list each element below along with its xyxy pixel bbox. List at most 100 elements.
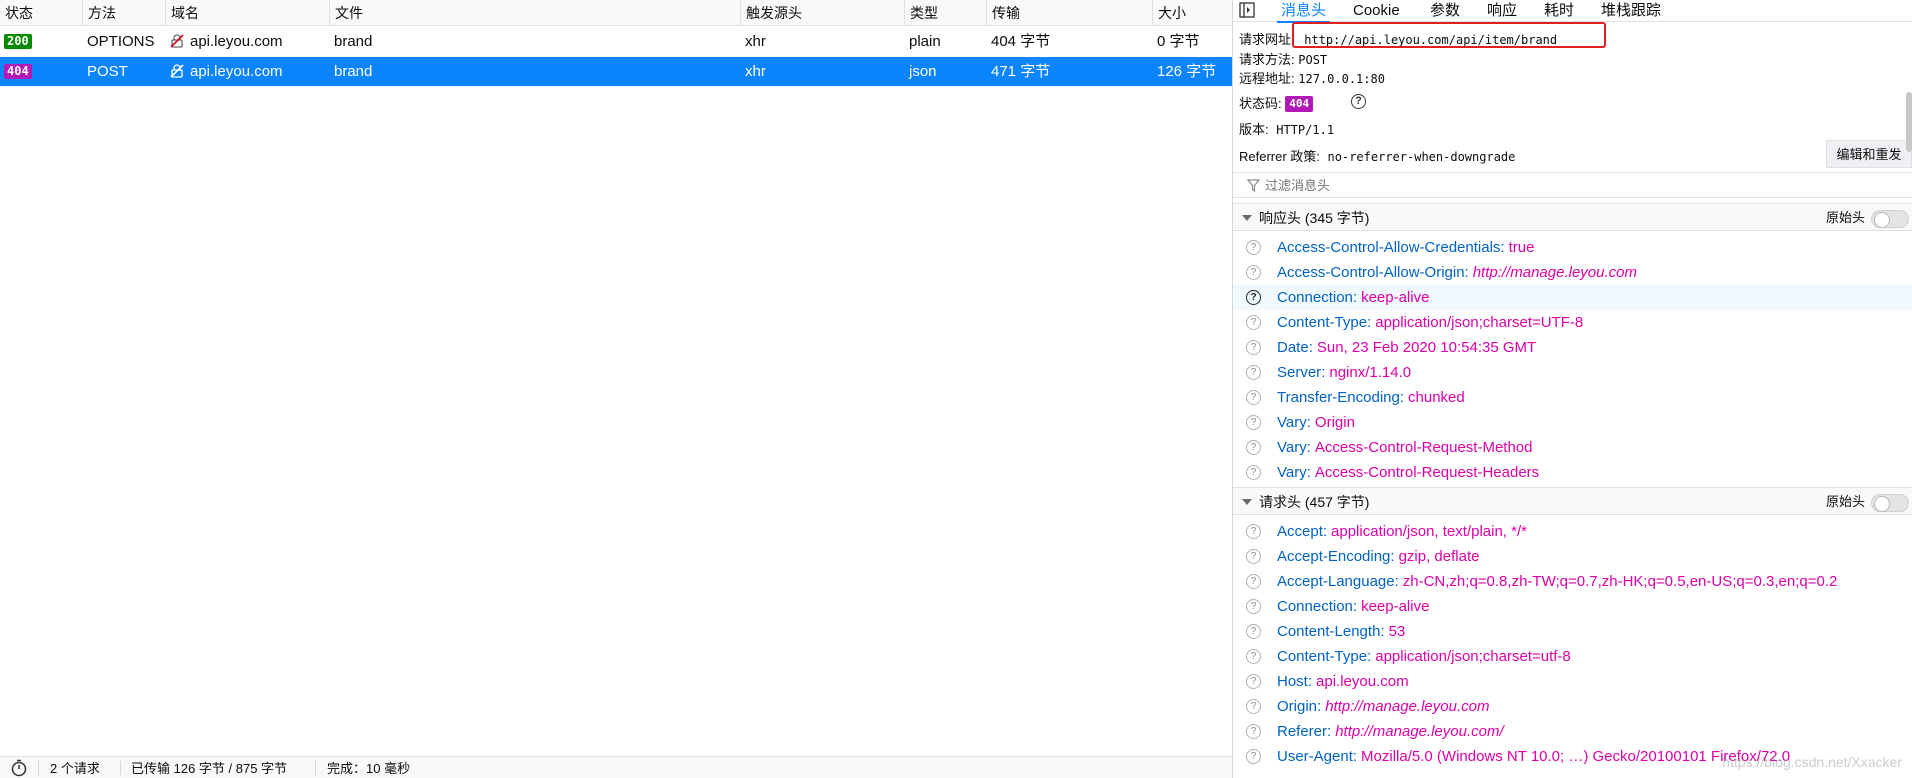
request-row-selected[interactable]: 404 POST api.leyou.com brand xhr json 47… (0, 57, 1232, 86)
filter-icon (1246, 179, 1261, 196)
help-icon[interactable]: ? (1246, 699, 1261, 714)
header-row[interactable]: ? VaryOrigin (1233, 410, 1912, 435)
header-name: Content-Type (1277, 648, 1371, 665)
help-icon[interactable]: ? (1246, 415, 1261, 430)
help-icon[interactable]: ? (1246, 599, 1261, 614)
column-header-type[interactable]: 类型 (904, 0, 988, 26)
raw-headers-toggle[interactable] (1871, 494, 1909, 512)
stopwatch-icon[interactable] (10, 759, 28, 778)
file-cell: brand (334, 63, 373, 80)
column-header-transferred[interactable]: 传输 (986, 0, 1154, 26)
header-name: Accept (1277, 523, 1327, 540)
header-pair: Hostapi.leyou.com (1277, 669, 1409, 694)
help-icon[interactable]: ? (1246, 240, 1261, 255)
help-icon[interactable]: ? (1246, 674, 1261, 689)
toggle-sidebar-icon[interactable] (1239, 2, 1255, 24)
header-value: nginx/1.14.0 (1329, 364, 1412, 381)
tab-stack-trace[interactable]: 堆栈跟踪 (1601, 0, 1661, 22)
header-row[interactable]: ? DateSun, 23 Feb 2020 10:54:35 GMT (1233, 335, 1912, 360)
help-icon[interactable]: ? (1246, 524, 1261, 539)
request-headers-title: 请求头 (457 字节) (1259, 494, 1370, 510)
help-icon[interactable]: ? (1246, 290, 1261, 305)
help-icon[interactable]: ? (1351, 94, 1366, 109)
header-row[interactable]: ? Content-Length53 (1233, 619, 1912, 644)
header-row[interactable]: ? Access-Control-Allow-Credentialstrue (1233, 235, 1912, 260)
size-cell: 126 字节 (1157, 63, 1217, 80)
help-icon[interactable]: ? (1246, 549, 1261, 564)
help-icon[interactable]: ? (1246, 649, 1261, 664)
header-row[interactable]: ? Content-Typeapplication/json;charset=UT… (1233, 310, 1912, 335)
domain-cell: api.leyou.com (190, 33, 283, 50)
type-cell: plain (909, 33, 941, 50)
domain-cell: api.leyou.com (190, 63, 283, 80)
details-scrollbar[interactable] (1906, 92, 1912, 152)
header-row[interactable]: ? Servernginx/1.14.0 (1233, 360, 1912, 385)
header-pair: Access-Control-Allow-Originhttp://manage… (1277, 260, 1637, 285)
filter-headers-input[interactable]: 过滤消息头 (1233, 172, 1912, 198)
header-row[interactable]: ? Accept-Languagezh-CN,zh;q=0.8,zh-TW;q=0… (1233, 569, 1912, 594)
help-icon[interactable]: ? (1246, 574, 1261, 589)
header-value: keep-alive (1361, 598, 1430, 615)
header-row[interactable]: ? Acceptapplication/json, text/plain, */* (1233, 519, 1912, 544)
tab-response[interactable]: 响应 (1487, 0, 1517, 22)
header-pair: Connectionkeep-alive (1277, 594, 1429, 619)
header-name: Content-Type (1277, 314, 1371, 331)
edit-and-resend-button[interactable]: 编辑和重发 (1826, 140, 1912, 168)
header-row[interactable]: ? Transfer-Encodingchunked (1233, 385, 1912, 410)
help-icon[interactable]: ? (1246, 465, 1261, 480)
column-header-status[interactable]: 状态 (0, 0, 85, 26)
header-name: Access-Control-Allow-Credentials (1277, 239, 1505, 256)
tab-headers[interactable]: 消息头 (1276, 0, 1331, 23)
header-pair: Connectionkeep-alive (1277, 285, 1429, 310)
watermark: https://blog.csdn.net/Xxacker (1722, 754, 1902, 770)
header-row[interactable]: ? Refererhttp://manage.leyou.com/ (1233, 719, 1912, 744)
header-pair: Accept-Encodinggzip, deflate (1277, 544, 1479, 569)
help-icon[interactable]: ? (1246, 724, 1261, 739)
header-name: Server (1277, 364, 1325, 381)
help-icon[interactable]: ? (1246, 624, 1261, 639)
help-icon[interactable]: ? (1246, 365, 1261, 380)
header-row[interactable]: ? Originhttp://manage.leyou.com (1233, 694, 1912, 719)
column-header-cause[interactable]: 触发源头 (740, 0, 908, 26)
header-value: Sun, 23 Feb 2020 10:54:35 GMT (1316, 339, 1537, 356)
request-url-label: 请求网址: (1239, 32, 1295, 47)
header-name: Vary (1277, 439, 1311, 456)
column-header-method[interactable]: 方法 (82, 0, 167, 26)
request-details-panel: 消息头 Cookie 参数 响应 耗时 堆栈跟踪 请求网址: http://ap… (1232, 0, 1912, 778)
header-row[interactable]: ? VaryAccess-Control-Request-Headers (1233, 460, 1912, 485)
header-row[interactable]: ? VaryAccess-Control-Request-Method (1233, 435, 1912, 460)
status-code-label: 状态码: (1239, 96, 1282, 111)
tab-cookie[interactable]: Cookie (1353, 0, 1400, 22)
expand-caret-icon[interactable] (1242, 215, 1252, 221)
header-value: http://manage.leyou.com/ (1335, 723, 1504, 740)
status-cell: 200 (0, 27, 80, 56)
column-header-file[interactable]: 文件 (329, 0, 744, 26)
header-row[interactable]: ? Access-Control-Allow-Originhttp://manag… (1233, 260, 1912, 285)
request-row[interactable]: 200 OPTIONS api.leyou.com brand xhr plai… (0, 27, 1232, 56)
header-value: application/json;charset=UTF-8 (1375, 314, 1584, 331)
help-icon[interactable]: ? (1246, 749, 1261, 764)
help-icon[interactable]: ? (1246, 340, 1261, 355)
header-row[interactable]: ? Hostapi.leyou.com (1233, 669, 1912, 694)
expand-caret-icon[interactable] (1242, 499, 1252, 505)
response-headers-section[interactable]: 响应头 (345 字节) 原始头 (1233, 203, 1912, 231)
type-cell: json (909, 63, 937, 80)
tab-timings[interactable]: 耗时 (1544, 0, 1574, 22)
column-header-size[interactable]: 大小 (1152, 0, 1232, 26)
help-icon[interactable]: ? (1246, 390, 1261, 405)
divider (38, 761, 39, 775)
header-row[interactable]: ? Accept-Encodinggzip, deflate (1233, 544, 1912, 569)
column-header-domain[interactable]: 域名 (165, 0, 330, 26)
header-row[interactable]: ? Content-Typeapplication/json;charset=ut… (1233, 644, 1912, 669)
request-headers-section[interactable]: 请求头 (457 字节) 原始头 (1233, 487, 1912, 515)
help-icon[interactable]: ? (1246, 265, 1261, 280)
header-name: Date (1277, 339, 1313, 356)
header-pair: Originhttp://manage.leyou.com (1277, 694, 1489, 719)
header-value: chunked (1408, 389, 1465, 406)
tab-params[interactable]: 参数 (1430, 0, 1460, 22)
help-icon[interactable]: ? (1246, 440, 1261, 455)
header-row[interactable]: ? Connectionkeep-alive (1233, 285, 1912, 310)
help-icon[interactable]: ? (1246, 315, 1261, 330)
header-row[interactable]: ? Connectionkeep-alive (1233, 594, 1912, 619)
raw-headers-toggle[interactable] (1871, 210, 1909, 228)
